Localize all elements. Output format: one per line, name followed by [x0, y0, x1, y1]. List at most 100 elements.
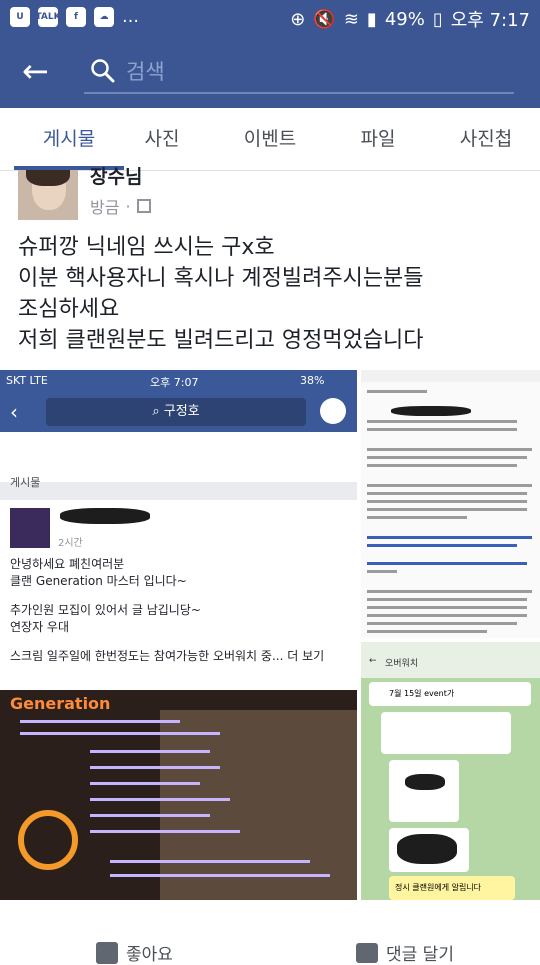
banner-text-line: [20, 720, 180, 723]
comment-label: 댓글 달기: [386, 945, 454, 965]
email-link-line: [367, 562, 527, 565]
email-text-line: [367, 606, 527, 609]
email-text-line: [367, 516, 467, 519]
tab-photos[interactable]: 사진: [120, 108, 204, 170]
app-bar: ←: [0, 36, 540, 108]
embedded-line: 클랜 Generation 마스터 입니다~: [10, 574, 187, 588]
embedded-status-bar: [361, 370, 540, 382]
author-name[interactable]: 장수님: [90, 162, 142, 189]
email-text-line: [367, 420, 517, 423]
chat-back-icon: ←: [369, 656, 377, 666]
clock: 오후 7:17: [450, 10, 530, 31]
email-text-line: [367, 598, 527, 601]
group-tabs: 게시물 사진 이벤트 파일 사진첩: [0, 108, 540, 171]
embedded-back-icon: ‹: [10, 400, 18, 424]
post-line: 이분 핵사용자니 혹시나 계정빌려주시는분들: [18, 266, 424, 291]
like-label: 좋아요: [126, 945, 173, 965]
chat-title: 오버워치: [385, 659, 419, 669]
email-link-line: [367, 536, 532, 539]
email-text-line: [367, 590, 532, 593]
redaction-scribble: [405, 774, 445, 790]
email-text-line: [367, 464, 517, 467]
tab-events[interactable]: 이벤트: [218, 108, 322, 170]
embedded-app-bar: ‹ ⌕ 구정호: [0, 392, 357, 432]
banner-text-line: [90, 830, 240, 833]
post-meta: 방금 ·: [90, 194, 151, 218]
email-text-line: [367, 622, 517, 625]
banner-title: Generation: [10, 694, 111, 713]
email-text-line: [367, 492, 527, 495]
email-text-line: [367, 390, 427, 393]
data-saver-icon: ⊕: [290, 8, 306, 30]
banner-text-line: [110, 874, 330, 877]
overwatch-logo-icon: [18, 810, 78, 870]
banner-text-line: [90, 782, 200, 785]
search-bar[interactable]: [84, 52, 514, 94]
post-header: 장수님 방금 ·: [0, 166, 540, 230]
embedded-prev-card: [0, 432, 357, 482]
email-text-line: [367, 428, 517, 431]
comment-button[interactable]: 댓글 달기: [356, 940, 454, 965]
generation-clan-banner: Generation: [0, 690, 357, 900]
embedded-line: [10, 636, 350, 648]
embedded-post-text: 안녕하세요 폐친여러분 클랜 Generation 마스터 입니다~ 추가인원 …: [10, 556, 350, 665]
talk-icon: TALK: [35, 7, 61, 27]
notification-icons: U TALK f ☁ …: [10, 7, 139, 27]
like-button[interactable]: 좋아요: [96, 940, 173, 965]
embedded-carrier: SKT LTE: [6, 374, 48, 387]
chat-note-text: 정시 클랜원에게 알립니다: [395, 883, 482, 892]
attached-screenshot-chat[interactable]: ← 오버워치 7월 15일 event가 정시 클랜원에게 알립니다: [361, 642, 540, 900]
embedded-status-bar: SKT LTE 오후 7:07 38%: [0, 370, 357, 392]
email-text-line: [367, 484, 532, 487]
banner-text-line: [110, 860, 310, 863]
banner-background: [160, 710, 357, 900]
post-line: 슈퍼깡 닉네임 쓰시는 구x호: [18, 235, 275, 260]
wifi-icon: ≋: [343, 8, 359, 30]
avatar-hair: [26, 170, 70, 186]
embedded-line: 스크림 일주일에 한번정도는 참여가능한 오버워치 중... 더 보기: [10, 649, 325, 663]
chat-notice-text: 7월 15일 event가: [389, 689, 455, 698]
embedded-post-time: 2시간: [58, 538, 83, 549]
more-icon: …: [122, 7, 139, 27]
embedded-line: 연장자 우대: [10, 620, 70, 634]
chat-bubble: [389, 760, 459, 822]
audience-icon: [136, 199, 151, 213]
back-arrow-icon[interactable]: ←: [22, 55, 58, 88]
separator: ·: [125, 196, 131, 216]
post-text: 슈퍼깡 닉네임 쓰시는 구x호 이분 핵사용자니 혹시나 계정빌려주시는분들 조…: [18, 232, 528, 356]
embedded-search-icon: ⌕: [152, 404, 164, 419]
post-line: 저희 클랜원분도 빌려드리고 영정먹었습니다: [18, 328, 424, 353]
thumbs-up-icon: [96, 941, 118, 964]
system-icons: ⊕ 🔇 ≋ ▮ 49% ▯ 오후 7:17: [290, 6, 530, 32]
tab-albums[interactable]: 사진첩: [440, 108, 532, 170]
tab-posts[interactable]: 게시물: [14, 108, 124, 170]
chat-bubble: [381, 712, 511, 754]
battery-percent: 49%: [384, 8, 425, 30]
avatar[interactable]: [18, 170, 78, 220]
redaction-scribble: [60, 508, 150, 524]
email-text-line: [367, 630, 487, 633]
messenger-icon: [320, 398, 346, 424]
status-bar: U TALK f ☁ … ⊕ 🔇 ≋ ▮ 49% ▯ 오후 7:17: [0, 0, 540, 36]
battery-icon: ▯: [432, 8, 443, 30]
email-text-line: [367, 448, 532, 451]
banner-text-line: [90, 814, 210, 817]
search-input[interactable]: [124, 56, 508, 88]
app-icon: U: [10, 7, 30, 27]
attached-screenshot-email[interactable]: [361, 370, 540, 638]
embedded-battery: 38%: [300, 374, 325, 387]
facebook-icon: f: [66, 7, 86, 27]
embedded-avatar: [10, 508, 50, 548]
embedded-section-title: 게시물: [10, 476, 41, 489]
post-line: 조심하세요: [18, 297, 120, 322]
mute-icon: 🔇: [313, 8, 336, 30]
chat-bubble-notice: 정시 클랜원에게 알립니다: [389, 876, 515, 900]
post-time[interactable]: 방금: [90, 194, 119, 218]
tab-files[interactable]: 파일: [336, 108, 420, 170]
cloud-icon: ☁: [94, 7, 114, 27]
redaction-scribble: [397, 834, 457, 864]
chat-header: ← 오버워치: [361, 642, 540, 678]
redaction-scribble: [391, 406, 471, 416]
embedded-search-text: 구정호: [163, 404, 200, 419]
embedded-line: [10, 590, 350, 602]
